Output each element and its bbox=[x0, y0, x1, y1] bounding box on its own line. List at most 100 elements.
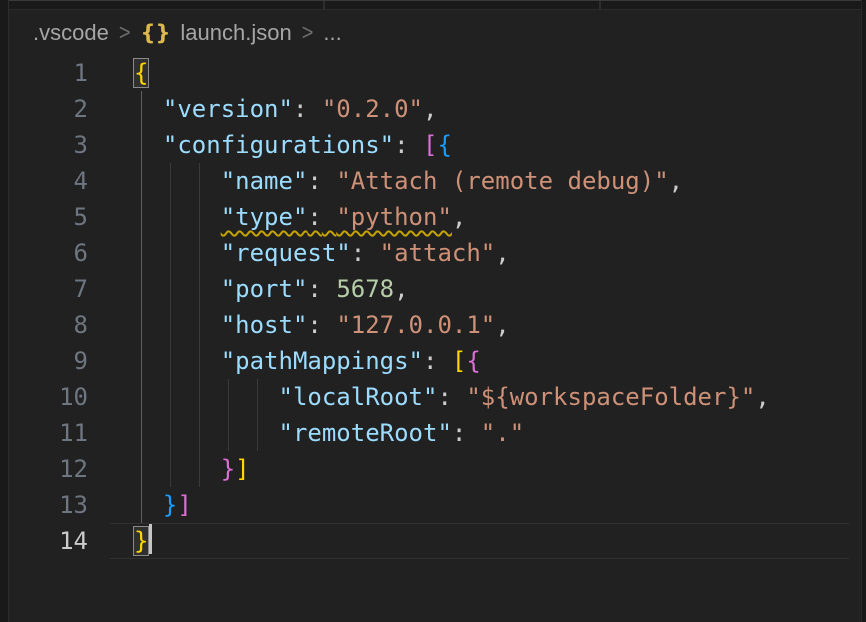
code-token[interactable] bbox=[322, 275, 336, 303]
code-line[interactable]: 3 "configurations": [{ bbox=[0, 127, 861, 163]
code-token[interactable]: "127.0.0.1" bbox=[336, 311, 495, 339]
code-line-content[interactable]: "request": "attach", bbox=[134, 235, 861, 271]
code-line[interactable]: 14} bbox=[0, 523, 861, 559]
code-line-content[interactable]: "pathMappings": [{ bbox=[134, 343, 861, 379]
code-line[interactable]: 7 "port": 5678, bbox=[0, 271, 861, 307]
line-number[interactable]: 9 bbox=[0, 343, 88, 379]
code-line-content[interactable]: "localRoot": "${workspaceFolder}", bbox=[134, 379, 861, 415]
code-token[interactable]: "python" bbox=[336, 203, 452, 231]
code-token[interactable]: , bbox=[452, 203, 466, 231]
code-token[interactable]: , bbox=[755, 383, 769, 411]
code-token[interactable] bbox=[134, 167, 221, 195]
code-line[interactable]: 9 "pathMappings": [{ bbox=[0, 343, 861, 379]
code-token[interactable] bbox=[134, 419, 279, 447]
code-token[interactable]: "request" bbox=[221, 239, 351, 267]
code-token[interactable]: } bbox=[163, 491, 177, 519]
code-token[interactable] bbox=[365, 239, 379, 267]
code-token[interactable]: : bbox=[307, 275, 321, 303]
code-token[interactable]: : bbox=[452, 419, 466, 447]
breadcrumb-file[interactable]: launch.json bbox=[180, 20, 291, 46]
line-number[interactable]: 14 bbox=[0, 523, 88, 559]
code-token[interactable]: "Attach (remote debug)" bbox=[336, 167, 668, 195]
code-token[interactable]: : bbox=[394, 131, 408, 159]
code-line[interactable]: 4 "name": "Attach (remote debug)", bbox=[0, 163, 861, 199]
code-token[interactable]: : bbox=[423, 347, 437, 375]
code-token[interactable]: ] bbox=[177, 491, 191, 519]
code-token[interactable]: , bbox=[423, 95, 437, 123]
code-token[interactable]: "pathMappings" bbox=[221, 347, 423, 375]
code-token[interactable]: "port" bbox=[221, 275, 308, 303]
code-token[interactable]: } bbox=[221, 455, 235, 483]
code-token[interactable]: "host" bbox=[221, 311, 308, 339]
code-line-content[interactable]: } bbox=[134, 523, 861, 559]
code-line-content[interactable]: "port": 5678, bbox=[134, 271, 861, 307]
code-line-content[interactable]: }] bbox=[134, 487, 861, 523]
code-line[interactable]: 2 "version": "0.2.0", bbox=[0, 91, 861, 127]
code-line-content[interactable]: "name": "Attach (remote debug)", bbox=[134, 163, 861, 199]
code-token[interactable] bbox=[409, 131, 423, 159]
code-token[interactable]: : bbox=[307, 167, 321, 195]
code-line-content[interactable]: "version": "0.2.0", bbox=[134, 91, 861, 127]
code-token[interactable]: [ bbox=[423, 131, 437, 159]
code-line-content[interactable]: { bbox=[134, 55, 861, 91]
line-number[interactable]: 13 bbox=[0, 487, 88, 523]
code-token[interactable]: 5678 bbox=[336, 275, 394, 303]
code-token[interactable]: "remoteRoot" bbox=[279, 419, 452, 447]
code-token[interactable]: "${workspaceFolder}" bbox=[466, 383, 755, 411]
line-number[interactable]: 12 bbox=[0, 451, 88, 487]
code-token[interactable] bbox=[466, 419, 480, 447]
code-token[interactable]: "name" bbox=[221, 167, 308, 195]
code-token[interactable]: : bbox=[351, 239, 365, 267]
code-token[interactable] bbox=[322, 311, 336, 339]
code-token[interactable] bbox=[134, 347, 221, 375]
code-token[interactable]: { bbox=[466, 347, 480, 375]
code-token[interactable] bbox=[307, 95, 321, 123]
line-number[interactable]: 1 bbox=[0, 55, 88, 91]
code-token[interactable] bbox=[134, 455, 221, 483]
code-token[interactable]: "0.2.0" bbox=[322, 95, 423, 123]
code-token[interactable]: , bbox=[495, 311, 509, 339]
editor-tab-bar[interactable] bbox=[9, 0, 861, 10]
line-number[interactable]: 4 bbox=[0, 163, 88, 199]
line-number[interactable]: 5 bbox=[0, 199, 88, 235]
code-token[interactable]: , bbox=[495, 239, 509, 267]
code-token[interactable]: [ bbox=[452, 347, 466, 375]
code-token[interactable]: , bbox=[394, 275, 408, 303]
code-token[interactable] bbox=[322, 167, 336, 195]
code-line-content[interactable]: "host": "127.0.0.1", bbox=[134, 307, 861, 343]
code-line-content[interactable]: "type": "python", bbox=[134, 199, 861, 235]
code-token[interactable] bbox=[322, 203, 336, 231]
code-line[interactable]: 5 "type": "python", bbox=[0, 199, 861, 235]
code-token[interactable] bbox=[134, 383, 279, 411]
code-line-content[interactable]: }] bbox=[134, 451, 861, 487]
code-token[interactable]: "type" bbox=[221, 203, 308, 231]
code-token[interactable]: "localRoot" bbox=[279, 383, 438, 411]
code-token[interactable] bbox=[134, 275, 221, 303]
code-token[interactable] bbox=[134, 491, 163, 519]
code-token[interactable]: : bbox=[307, 311, 321, 339]
code-token[interactable]: , bbox=[669, 167, 683, 195]
line-number[interactable]: 7 bbox=[0, 271, 88, 307]
code-token[interactable]: "attach" bbox=[380, 239, 496, 267]
breadcrumb-folder[interactable]: .vscode bbox=[33, 20, 109, 46]
code-token[interactable]: ] bbox=[235, 455, 249, 483]
code-token[interactable] bbox=[134, 131, 163, 159]
line-number[interactable]: 6 bbox=[0, 235, 88, 271]
code-token[interactable] bbox=[134, 311, 221, 339]
code-token[interactable] bbox=[134, 239, 221, 267]
code-token[interactable] bbox=[134, 95, 163, 123]
breadcrumb-symbol[interactable]: ... bbox=[323, 20, 341, 46]
code-token[interactable]: "configurations" bbox=[163, 131, 394, 159]
line-number[interactable]: 11 bbox=[0, 415, 88, 451]
code-token[interactable]: "version" bbox=[163, 95, 293, 123]
code-token[interactable] bbox=[452, 383, 466, 411]
code-line-content[interactable]: "configurations": [{ bbox=[134, 127, 861, 163]
code-token[interactable] bbox=[134, 203, 221, 231]
line-number[interactable]: 10 bbox=[0, 379, 88, 415]
code-line[interactable]: 12 }] bbox=[0, 451, 861, 487]
code-token[interactable]: : bbox=[307, 203, 321, 231]
code-line[interactable]: 6 "request": "attach", bbox=[0, 235, 861, 271]
code-line[interactable]: 10 "localRoot": "${workspaceFolder}", bbox=[0, 379, 861, 415]
code-editor[interactable]: 1{2 "version": "0.2.0",3 "configurations… bbox=[0, 55, 861, 559]
line-number[interactable]: 2 bbox=[0, 91, 88, 127]
